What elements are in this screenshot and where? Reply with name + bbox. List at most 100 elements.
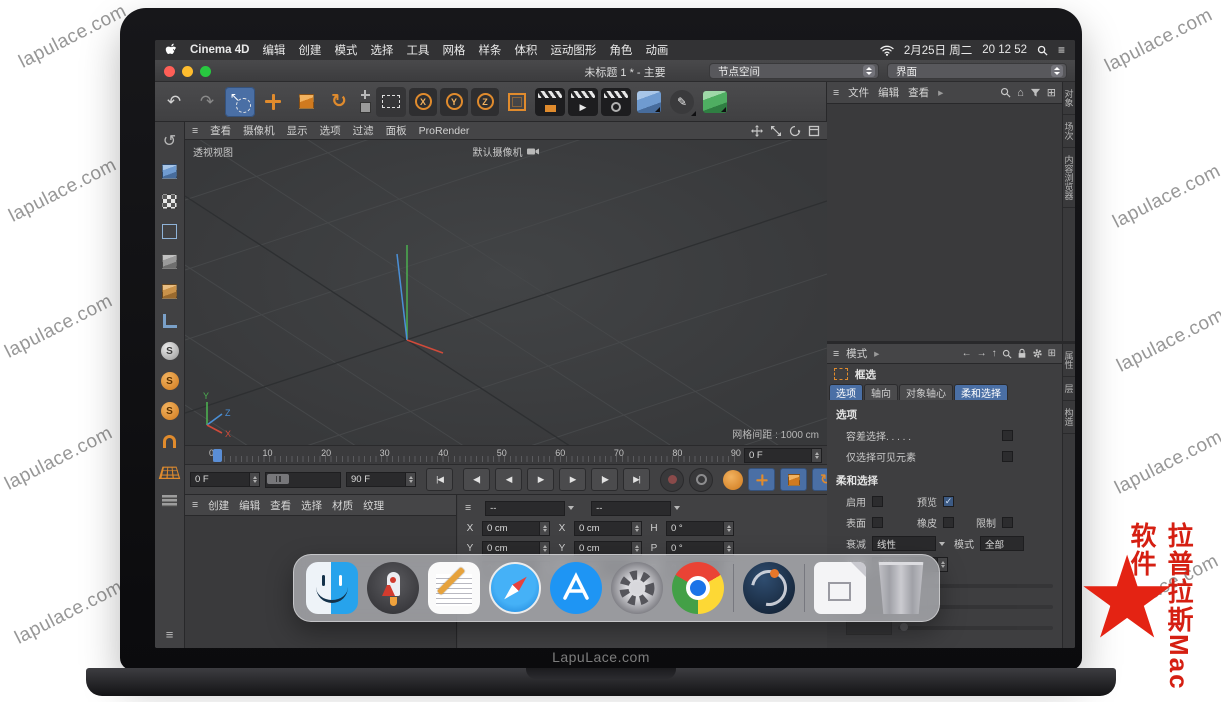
tab-attributes[interactable]: 属性 — [1063, 344, 1076, 377]
attribute-menu-mode[interactable]: 模式 — [846, 346, 867, 361]
menubar-item-mode[interactable]: 模式 — [334, 42, 357, 58]
tab-axis[interactable]: 轴向 — [864, 384, 898, 400]
attribute-search-icon[interactable] — [1002, 349, 1012, 359]
control-center-icon[interactable]: ≡ — [1058, 43, 1065, 57]
object-search-icon[interactable] — [1000, 87, 1011, 98]
point-mode-button[interactable] — [159, 220, 181, 242]
hierarchy-up-icon[interactable]: ↑ — [992, 348, 997, 359]
tab-layers[interactable]: 层 — [1063, 377, 1076, 401]
viewport-toggle-icon[interactable] — [808, 125, 820, 137]
object-manager-menu-button[interactable]: ≡ — [833, 87, 839, 99]
undo-button[interactable]: ↶ — [159, 87, 189, 117]
workplane-button[interactable] — [159, 460, 181, 482]
preview-checkbox[interactable]: ✓ — [943, 496, 954, 507]
record-button[interactable] — [660, 468, 684, 492]
tab-soft-selection[interactable]: 柔和选择 — [954, 384, 1008, 400]
lock-z-axis-button[interactable]: Z — [471, 88, 499, 116]
quantize-button[interactable] — [159, 490, 181, 512]
menubar-item-mograph[interactable]: 运动图形 — [550, 42, 596, 58]
object-manager-tree[interactable] — [827, 104, 1062, 341]
size-x-field[interactable]: 0 cm — [574, 521, 642, 536]
wifi-icon[interactable] — [880, 45, 894, 56]
zoom-button[interactable] — [200, 66, 211, 77]
viewport-menu-filter[interactable]: 过滤 — [353, 123, 374, 138]
palette-menu-button[interactable]: ≡ — [166, 627, 174, 642]
stepper-icon[interactable] — [812, 448, 822, 463]
object-menu-file[interactable]: 文件 — [848, 85, 869, 100]
render-settings-button[interactable] — [601, 88, 631, 116]
tab-objects[interactable]: 对象 — [1063, 82, 1076, 115]
workspace-dropdown[interactable]: 节点空间 — [709, 63, 879, 79]
menubar-app-name[interactable]: Cinema 4D — [190, 44, 249, 56]
spotlight-search-icon[interactable] — [1037, 45, 1048, 56]
record-scale-toggle[interactable] — [780, 468, 807, 491]
soft-mode-dropdown[interactable]: 全部 — [980, 536, 1024, 551]
model-mode-button[interactable] — [159, 160, 181, 182]
object-filter-icon[interactable] — [1030, 87, 1041, 98]
lock-y-axis-button[interactable]: Y — [440, 88, 468, 116]
position-x-field[interactable]: 0 cm — [482, 521, 550, 536]
timeline-playhead[interactable] — [213, 449, 222, 462]
timeline-ruler[interactable]: 0 10 20 30 40 50 60 70 80 90 0 F — [185, 445, 827, 465]
material-menu-texture[interactable]: 纹理 — [363, 498, 384, 513]
object-menu-edit[interactable]: 编辑 — [878, 85, 899, 100]
menubar-item-edit[interactable]: 编辑 — [262, 42, 285, 58]
limit-checkbox[interactable] — [1002, 517, 1013, 528]
enable-snap-button[interactable] — [159, 430, 181, 452]
range-slider[interactable] — [265, 472, 341, 488]
viewport-menu-button[interactable]: ≡ — [192, 125, 198, 137]
viewport-zoom-icon[interactable] — [770, 125, 782, 137]
rotation-h-field[interactable]: 0 ° — [666, 521, 734, 536]
viewport-menu-panel[interactable]: 面板 — [386, 123, 407, 138]
dock-installer-icon[interactable] — [814, 562, 866, 614]
tab-options[interactable]: 选项 — [829, 384, 863, 400]
tab-takes[interactable]: 场次 — [1063, 115, 1076, 148]
goto-end-button[interactable]: ▶| — [623, 468, 650, 491]
menubar-date[interactable]: 2月25日 周二 — [904, 42, 972, 58]
coordinate-dropdown-2[interactable]: -- — [591, 501, 683, 516]
history-forward-icon[interactable]: → — [977, 348, 987, 359]
autokey-button[interactable] — [689, 468, 713, 492]
tab-structure[interactable]: 构造 — [1063, 401, 1076, 434]
enable-checkbox[interactable] — [872, 496, 883, 507]
viewport-solo-hierarchy-button[interactable]: S — [159, 400, 181, 422]
stepper-icon[interactable] — [540, 521, 550, 536]
coordinate-dropdown-1[interactable]: -- — [485, 501, 577, 516]
viewport-solo-off-button[interactable]: S — [159, 340, 181, 362]
lock-x-axis-button[interactable]: X — [409, 88, 437, 116]
polygon-mode-button[interactable] — [159, 280, 181, 302]
material-menu-material[interactable]: 材质 — [332, 498, 353, 513]
viewport-menu-view[interactable]: 查看 — [210, 123, 231, 138]
dock-chrome-icon[interactable] — [672, 562, 724, 614]
menu-overflow-icon[interactable]: ▸ — [874, 348, 879, 360]
coordinate-menu-button[interactable]: ≡ — [465, 502, 471, 514]
viewport-menu-camera[interactable]: 摄像机 — [243, 123, 275, 138]
material-menu-view[interactable]: 查看 — [270, 498, 291, 513]
menubar-item-mesh[interactable]: 网格 — [442, 42, 465, 58]
make-editable-button[interactable]: ↺ — [159, 130, 181, 152]
menu-overflow-icon[interactable]: ▸ — [938, 87, 943, 99]
live-selection-tool[interactable]: ↖ — [225, 87, 255, 117]
menubar-time[interactable]: 20 12 52 — [982, 44, 1027, 56]
range-start-field[interactable]: 0 F — [190, 472, 260, 487]
history-back-icon[interactable]: ← — [962, 348, 972, 359]
attribute-panel-icon[interactable]: ⊞ — [1048, 348, 1056, 359]
prev-key-button[interactable]: ◀| — [463, 468, 490, 491]
minimize-button[interactable] — [182, 66, 193, 77]
spline-pen-button[interactable]: ✎ — [667, 87, 697, 117]
enable-axis-button[interactable] — [159, 310, 181, 332]
dock-safari-icon[interactable] — [489, 562, 541, 614]
viewport-camera-label[interactable]: 默认摄像机 — [185, 144, 827, 159]
redo-button[interactable]: ↷ — [192, 87, 222, 117]
viewport-solo-single-button[interactable]: S — [159, 370, 181, 392]
object-panel-icon[interactable]: ⊞ — [1047, 86, 1056, 99]
texture-mode-button[interactable] — [159, 190, 181, 212]
next-key-button[interactable]: |▶ — [591, 468, 618, 491]
dock-textedit-icon[interactable] — [428, 562, 480, 614]
rotate-tool[interactable]: ↻ — [324, 87, 354, 117]
edge-mode-button[interactable] — [159, 250, 181, 272]
material-menu-edit[interactable]: 编辑 — [239, 498, 260, 513]
menubar-item-create[interactable]: 创建 — [298, 42, 321, 58]
close-button[interactable] — [164, 66, 175, 77]
menubar-item-select[interactable]: 选择 — [370, 42, 393, 58]
